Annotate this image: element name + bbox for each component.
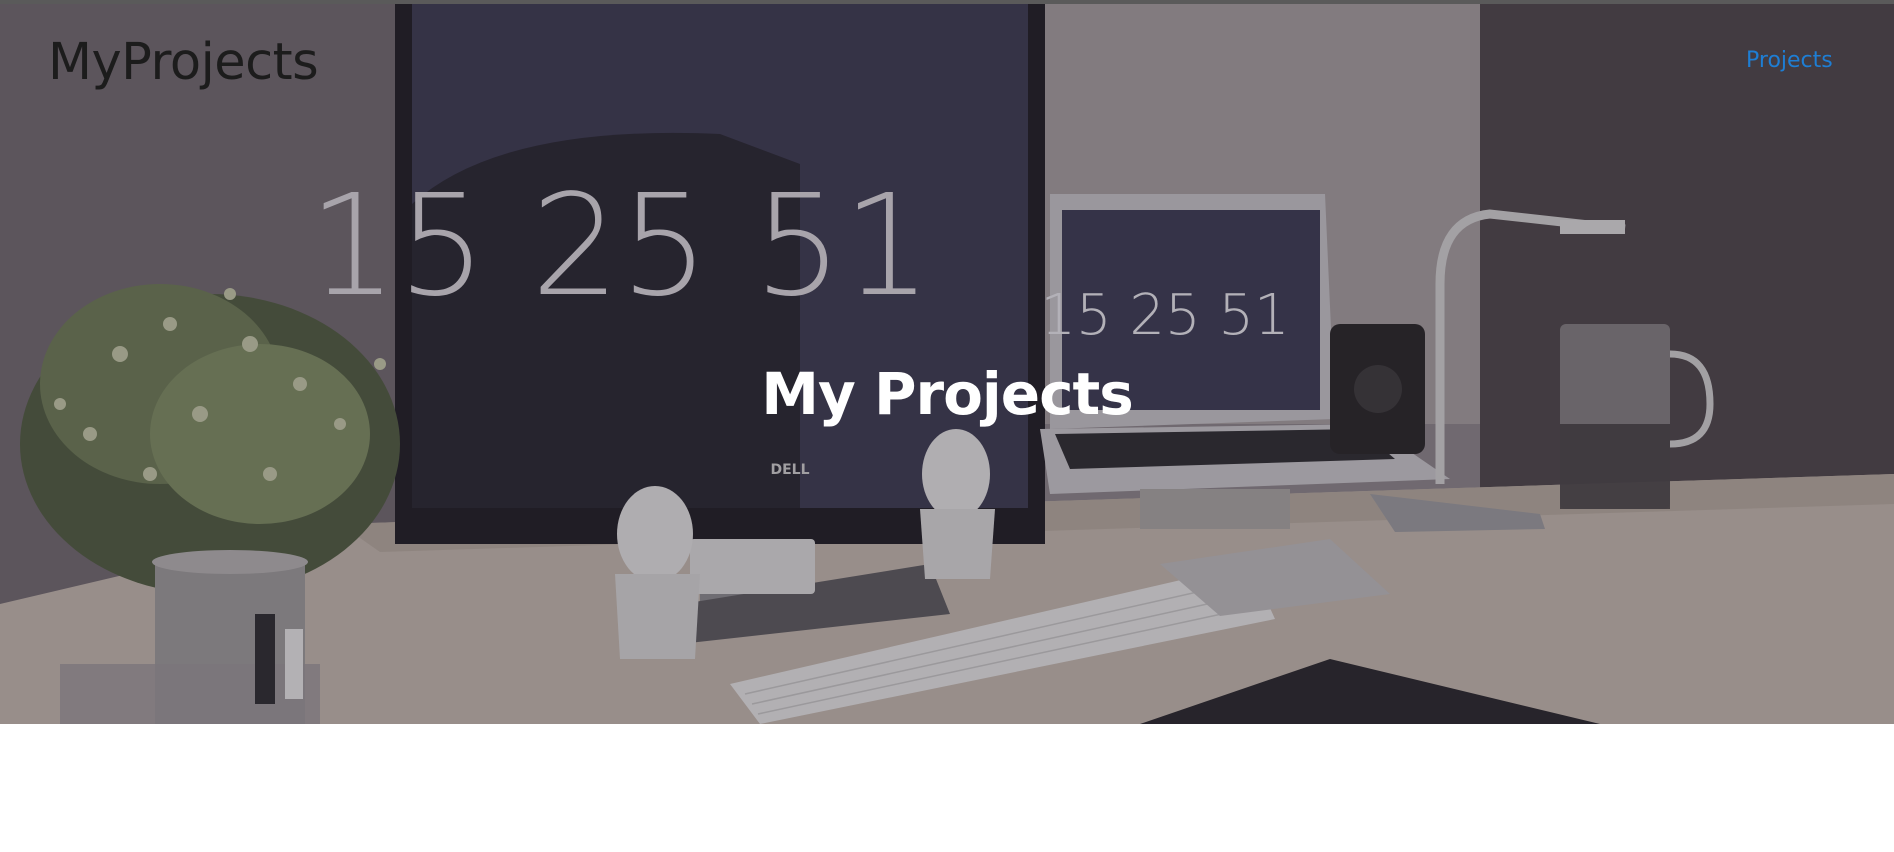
hero-section: 15 25 51 DELL 15 25 51 MyProjects Projec… [0, 4, 1894, 724]
content-area [0, 724, 1894, 852]
brand-logo-link[interactable]: MyProjects [48, 32, 319, 93]
hero-title: My Projects [761, 360, 1134, 428]
nav-projects-link[interactable]: Projects [1746, 48, 1833, 73]
